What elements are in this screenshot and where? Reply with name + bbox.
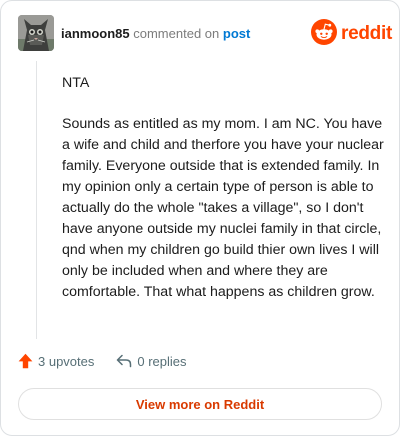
username-link[interactable]: ianmoon85 xyxy=(61,26,130,41)
view-more-button[interactable]: View more on Reddit xyxy=(18,388,382,420)
reddit-brand[interactable]: reddit xyxy=(311,18,392,50)
comment-body: NTA Sounds as entitled as my mom. I am N… xyxy=(62,73,384,303)
comment-header: ianmoon85 commented on post xyxy=(61,25,250,43)
upvotes-button[interactable]: 3 upvotes xyxy=(18,353,94,369)
reply-arrow-icon xyxy=(116,354,132,368)
replies-count: 0 replies xyxy=(137,353,187,369)
comment-paragraph: Sounds as entitled as my mom. I am NC. Y… xyxy=(62,116,384,300)
comment-paragraph: NTA xyxy=(62,75,90,91)
commented-on-label: commented on xyxy=(133,26,220,41)
reddit-wordmark: reddit xyxy=(341,23,392,44)
reddit-snoo-icon xyxy=(311,18,337,50)
comment-actions: 3 upvotes 0 replies xyxy=(18,353,187,369)
reddit-comment-embed: ianmoon85 commented on post reddit NTA S… xyxy=(0,0,400,436)
upvote-arrow-icon xyxy=(18,353,33,369)
upvotes-count: 3 upvotes xyxy=(38,353,95,369)
thread-line xyxy=(36,61,37,339)
post-link[interactable]: post xyxy=(223,26,250,41)
replies-button[interactable]: 0 replies xyxy=(116,353,187,369)
cat-avatar-icon[interactable] xyxy=(18,15,54,51)
